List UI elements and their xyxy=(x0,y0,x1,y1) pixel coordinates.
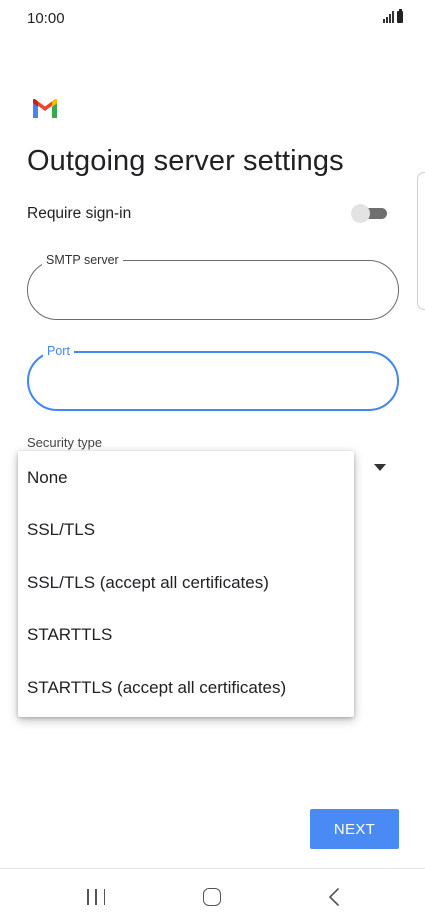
security-type-label: Security type xyxy=(27,435,103,450)
battery-icon xyxy=(397,9,403,23)
security-type-menu: None SSL/TLS SSL/TLS (accept all certifi… xyxy=(18,451,354,717)
smtp-server-label: SMTP server xyxy=(42,252,123,268)
port-field[interactable]: Port xyxy=(27,343,399,411)
status-icons xyxy=(383,9,403,23)
scroll-indicator xyxy=(417,172,425,310)
require-signin-toggle[interactable] xyxy=(351,204,389,223)
status-bar: 10:00 xyxy=(0,0,425,40)
next-button[interactable]: NEXT xyxy=(310,809,399,849)
port-label: Port xyxy=(43,343,74,359)
require-signin-row[interactable]: Require sign-in xyxy=(27,200,387,228)
signal-icon xyxy=(383,11,394,23)
navigation-bar xyxy=(0,868,425,922)
home-icon[interactable] xyxy=(203,888,221,906)
menu-item-none[interactable]: None xyxy=(18,452,354,504)
toggle-knob xyxy=(351,204,370,223)
smtp-server-field[interactable]: SMTP server xyxy=(27,252,399,320)
menu-item-ssl-tls-accept-all[interactable]: SSL/TLS (accept all certificates) xyxy=(18,557,354,609)
smtp-server-input[interactable] xyxy=(48,279,378,301)
require-signin-label: Require sign-in xyxy=(27,205,132,222)
menu-item-starttls-accept-all[interactable]: STARTTLS (accept all certificates) xyxy=(18,662,354,714)
recent-apps-icon[interactable] xyxy=(87,889,105,905)
menu-item-ssl-tls[interactable]: SSL/TLS xyxy=(18,504,354,556)
menu-item-starttls[interactable]: STARTTLS xyxy=(18,609,354,661)
gmail-logo xyxy=(33,98,57,118)
status-time: 10:00 xyxy=(27,10,65,27)
back-icon[interactable] xyxy=(325,887,343,907)
port-input[interactable] xyxy=(49,371,379,393)
dropdown-arrow-icon[interactable] xyxy=(374,464,386,471)
page-title: Outgoing server settings xyxy=(27,145,344,177)
